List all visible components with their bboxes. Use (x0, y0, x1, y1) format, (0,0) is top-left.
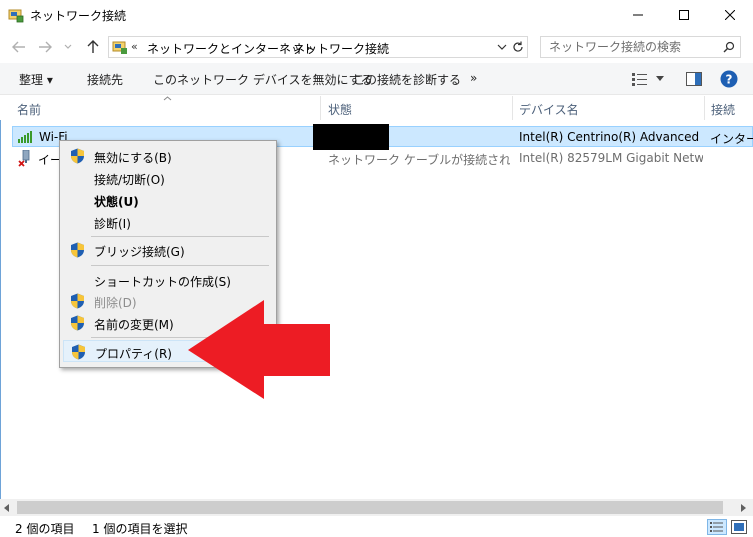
row-device: Intel(R) Centrino(R) Advanced-... (519, 130, 699, 144)
close-button[interactable] (707, 0, 753, 30)
item-count: 2 個の項目 (15, 522, 75, 536)
network-folder-icon (112, 41, 127, 54)
scroll-right-icon[interactable] (740, 504, 746, 512)
details-view-icon[interactable] (707, 519, 727, 535)
uac-shield-icon (71, 293, 84, 309)
disable-device-button[interactable]: このネットワーク デバイスを無効にする (153, 71, 373, 88)
minimize-button[interactable] (615, 0, 661, 30)
scrollbar-thumb[interactable] (17, 501, 723, 514)
address-bar[interactable]: « ネットワークとインターネット › ネットワーク接続 (108, 36, 528, 58)
maximize-icon (679, 10, 689, 20)
row-status: ネットワーク ケーブルが接続されてい... (328, 153, 510, 167)
breadcrumb-network-connections[interactable]: ネットワーク接続 (293, 40, 389, 57)
sort-ascending-icon (163, 96, 172, 101)
uac-shield-icon (71, 315, 84, 331)
menu-item-label: 状態(U) (94, 195, 139, 209)
row-connectivity: インターネ (710, 132, 753, 146)
menu-item-label: ブリッジ接続(G) (94, 245, 185, 259)
menu-item-disable[interactable]: 無効にする(B) (63, 145, 273, 167)
network-connections-window: ネットワーク接続 « ネットワークとインターネット › ネットワーク接続 ネット… (0, 0, 753, 537)
search-input[interactable] (541, 37, 716, 57)
menu-item-bridge[interactable]: ブリッジ接続(G) (63, 239, 273, 261)
menu-item-label: ショートカットの作成(S) (94, 275, 231, 289)
column-header-device[interactable]: デバイス名 (519, 101, 579, 118)
connect-to-button[interactable]: 接続先 (87, 71, 123, 88)
wifi-signal-icon (18, 131, 32, 143)
back-arrow-icon (12, 41, 25, 53)
row-device: Intel(R) 82579LM Gigabit Netwo... (519, 151, 703, 165)
chevron-down-icon (64, 44, 72, 49)
breadcrumb-overflow[interactable]: « (131, 40, 138, 53)
uac-shield-icon (71, 148, 84, 164)
forward-button[interactable] (36, 38, 54, 56)
column-header-name[interactable]: 名前 (17, 101, 41, 118)
minimize-icon (633, 14, 643, 16)
status-bar: 2 個の項目 1 個の項目を選択 (0, 516, 753, 537)
menu-separator (91, 236, 269, 237)
forward-arrow-icon (39, 41, 52, 53)
breadcrumb-separator-icon: › (280, 40, 285, 53)
uac-shield-icon (72, 344, 85, 360)
menu-item-label: 無効にする(B) (94, 151, 172, 165)
menu-item-diagnose[interactable]: 診断(I) (63, 211, 273, 233)
redacted-status (313, 124, 389, 150)
recent-locations-button[interactable] (62, 38, 74, 56)
breadcrumb-network-internet[interactable]: ネットワークとインターネット (147, 40, 315, 57)
title-bar: ネットワーク接続 (0, 0, 753, 31)
chevron-down-icon[interactable] (497, 44, 507, 50)
search-box[interactable] (540, 36, 741, 58)
column-headers: 名前 状態 デバイス名 接続 (0, 96, 753, 120)
network-folder-icon (8, 9, 24, 23)
row-name: イーサネット (38, 153, 60, 167)
ethernet-disconnected-icon (18, 150, 30, 167)
window-title: ネットワーク接続 (30, 9, 127, 23)
navigation-bar: « ネットワークとインターネット › ネットワーク接続 (0, 31, 753, 63)
search-icon[interactable] (723, 41, 735, 53)
maximize-button[interactable] (661, 0, 707, 30)
menu-item-label: 名前の変更(M) (94, 318, 174, 332)
svg-text:?: ? (726, 73, 733, 87)
horizontal-scrollbar[interactable] (0, 499, 753, 516)
menu-item-status[interactable]: 状態(U) (63, 189, 273, 211)
view-options-icon[interactable] (632, 72, 648, 86)
menu-item-label: プロパティ(R) (95, 347, 172, 361)
command-bar: 整理 ▾ 接続先 このネットワーク デバイスを無効にする この接続を診断する »… (0, 63, 753, 95)
pane-border (0, 120, 1, 499)
preview-pane-icon[interactable] (686, 72, 702, 86)
diagnose-button[interactable]: この接続を診断する (353, 71, 461, 88)
column-divider[interactable] (512, 96, 513, 120)
up-button[interactable] (84, 38, 102, 56)
column-divider[interactable] (320, 96, 321, 120)
close-icon (725, 10, 735, 20)
scroll-left-icon[interactable] (4, 504, 10, 512)
selected-count: 1 個の項目を選択 (92, 522, 188, 536)
chevron-down-icon[interactable] (656, 76, 664, 82)
menu-item-label: 削除(D) (94, 296, 137, 310)
column-divider[interactable] (704, 96, 705, 120)
up-arrow-icon (87, 40, 99, 53)
back-button[interactable] (10, 38, 28, 56)
column-header-connectivity[interactable]: 接続 (711, 101, 735, 118)
help-icon[interactable]: ? (720, 70, 738, 88)
large-icons-view-icon[interactable] (731, 520, 747, 534)
menu-item-connect-disconnect[interactable]: 接続/切断(O) (63, 167, 273, 189)
menu-item-label: 診断(I) (94, 217, 131, 231)
menu-item-label: 接続/切断(O) (94, 173, 165, 187)
menu-item-create-shortcut[interactable]: ショートカットの作成(S) (63, 269, 273, 291)
red-arrow-annotation (188, 300, 330, 399)
more-commands-button[interactable]: » (470, 71, 477, 85)
refresh-icon[interactable] (512, 41, 524, 53)
organize-button[interactable]: 整理 ▾ (19, 71, 53, 88)
menu-separator (91, 265, 269, 266)
uac-shield-icon (71, 242, 84, 258)
column-header-status[interactable]: 状態 (328, 101, 352, 118)
